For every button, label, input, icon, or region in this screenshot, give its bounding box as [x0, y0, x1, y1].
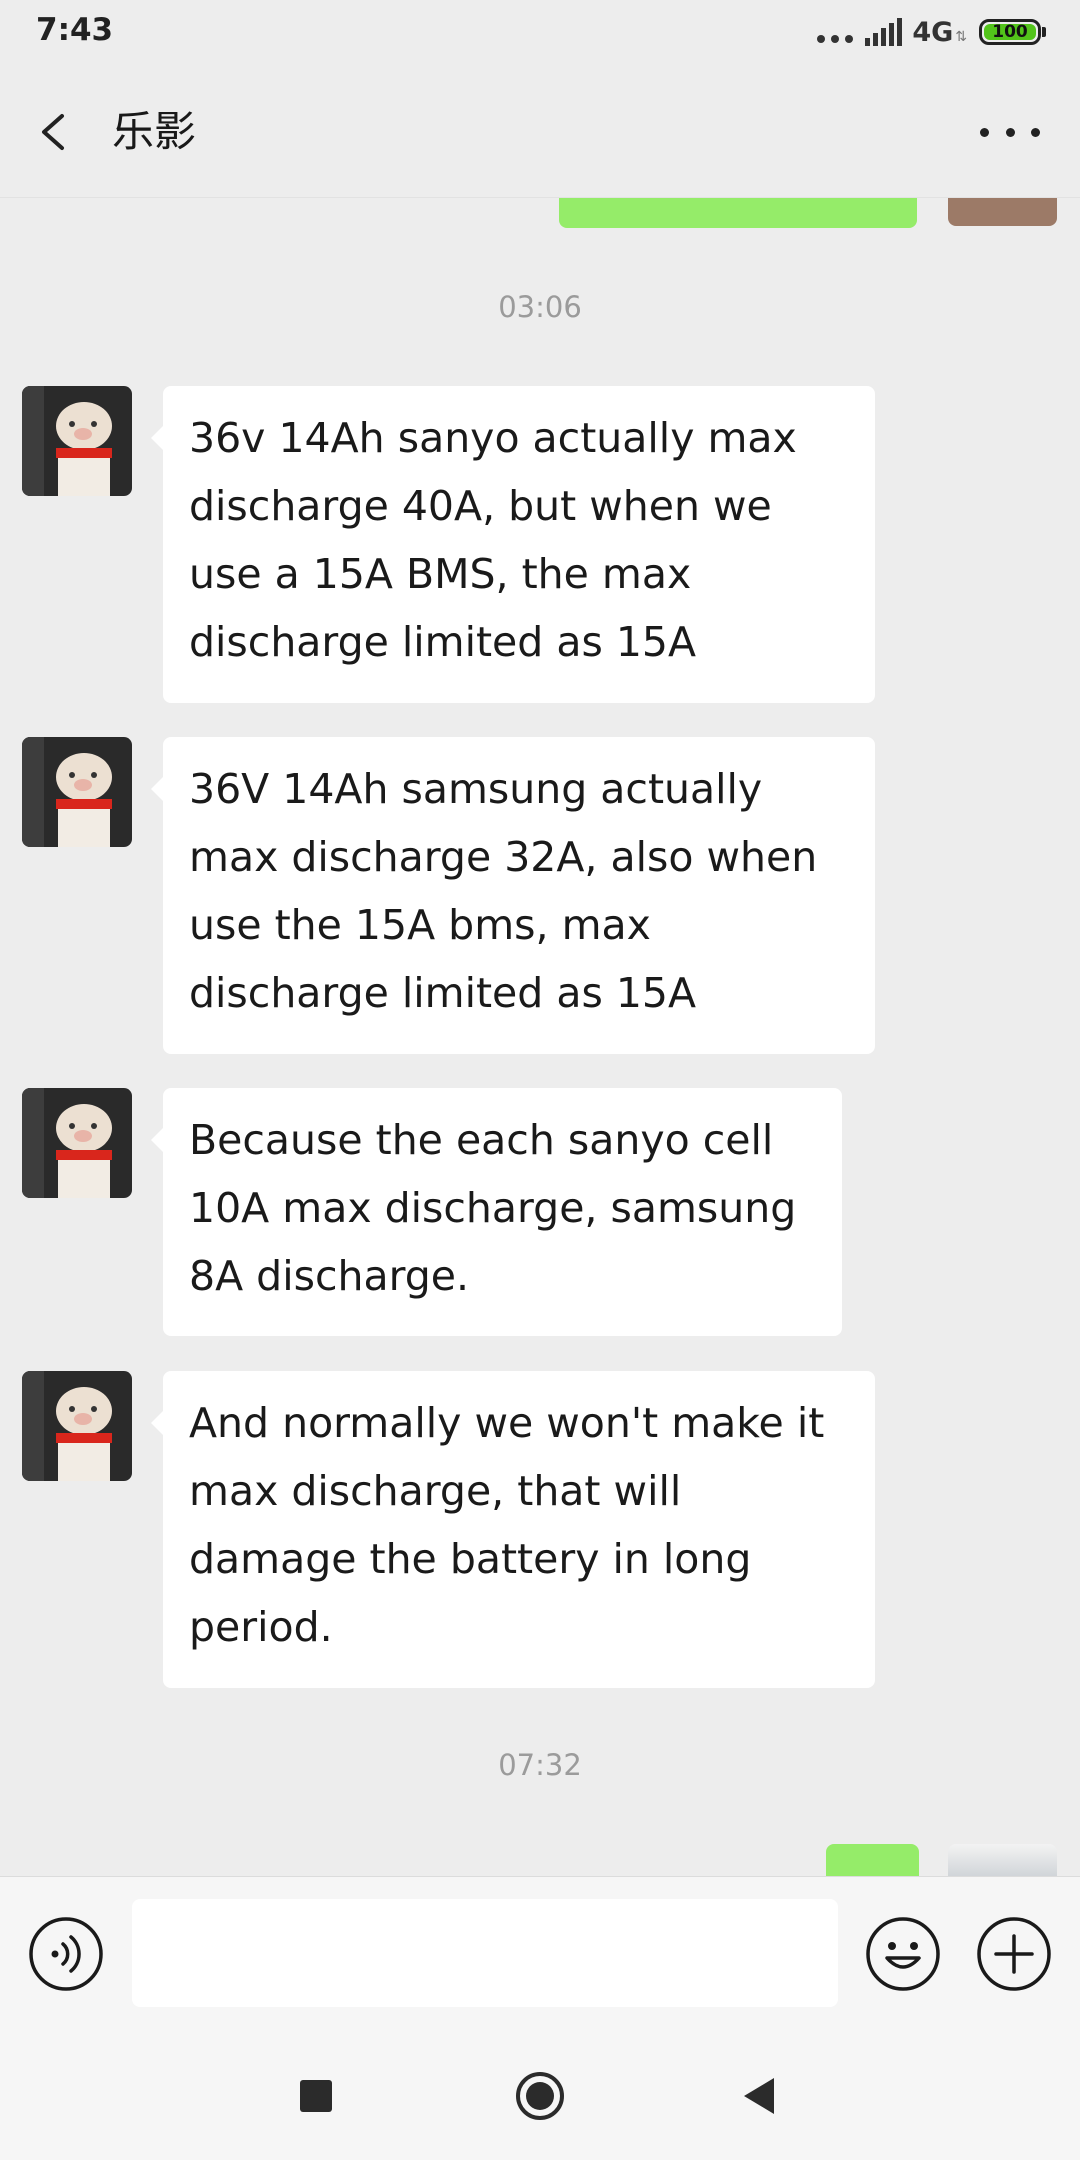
status-indicators: 4G ⇅ 100 — [817, 14, 1046, 50]
recents-button[interactable] — [300, 2080, 332, 2112]
system-navigation-bar — [0, 2030, 1080, 2160]
back-button[interactable] — [28, 102, 88, 162]
status-bar: 7:43 4G ⇅ 100 — [0, 0, 1080, 66]
home-button[interactable] — [514, 2070, 566, 2122]
timestamp: 03:06 — [498, 290, 582, 324]
voice-icon — [29, 1917, 103, 1991]
contact-avatar[interactable] — [22, 737, 132, 847]
contact-avatar[interactable] — [22, 386, 132, 496]
chevron-left-icon — [42, 114, 64, 150]
back-triangle-icon — [744, 2078, 774, 2114]
sent-message-bubble[interactable] — [559, 198, 917, 228]
input-bar — [0, 1876, 1080, 2030]
emoji-icon — [866, 1917, 940, 1991]
home-icon — [516, 2072, 564, 2120]
voice-button[interactable] — [28, 1916, 104, 1992]
received-message-bubble[interactable]: 36v 14Ah sanyo actually max discharge 40… — [151, 386, 875, 703]
system-back-button[interactable] — [740, 2076, 780, 2116]
emoji-button[interactable] — [865, 1916, 941, 1992]
more-button[interactable] — [980, 116, 1040, 148]
sent-message-bubble[interactable] — [826, 1844, 919, 1876]
more-functions-button[interactable] — [976, 1916, 1052, 1992]
battery-level: 100 — [992, 22, 1028, 42]
timestamp: 07:32 — [498, 1748, 582, 1782]
received-message-bubble[interactable]: Because the each sanyo cell 10A max disc… — [151, 1088, 842, 1336]
battery-icon: 100 — [979, 19, 1041, 45]
signal-icon — [865, 18, 903, 46]
my-avatar[interactable] — [948, 198, 1057, 226]
contact-avatar[interactable] — [22, 1088, 132, 1198]
my-avatar[interactable] — [948, 1844, 1057, 1876]
chat-header: 乐影 — [0, 66, 1080, 198]
chat-title: 乐影 — [112, 107, 197, 156]
received-message-bubble[interactable]: And normally we won't make it max discha… — [151, 1371, 875, 1688]
data-activity-icon: ⇅ — [955, 29, 967, 45]
more-horizontal-icon — [980, 127, 989, 137]
notification-dots-icon — [817, 35, 854, 43]
received-message-bubble[interactable]: 36V 14Ah samsung actually max discharge … — [151, 737, 875, 1054]
plus-icon — [977, 1917, 1051, 1991]
status-time: 7:43 — [36, 12, 114, 48]
network-type: 4G — [912, 16, 954, 48]
contact-avatar[interactable] — [22, 1371, 132, 1481]
message-list[interactable]: 03:06 36v 14Ah sanyo actually max discha… — [0, 198, 1080, 1876]
message-input[interactable] — [132, 1899, 838, 2007]
